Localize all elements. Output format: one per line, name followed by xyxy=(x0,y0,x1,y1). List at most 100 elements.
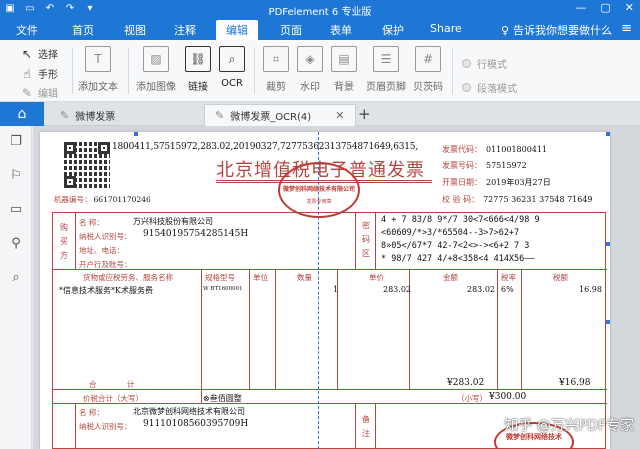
thumbnails-icon[interactable]: ❐ xyxy=(8,134,24,150)
edit-tool-button[interactable]: ✎ 编辑 xyxy=(20,85,58,101)
invoice-number-row: 发票号码： 57515972 xyxy=(442,161,527,170)
cipher-line: 4 + 7 83/8 9*/7 30<7<666<4/98 9 xyxy=(381,215,540,225)
home-tab[interactable]: ⌂ xyxy=(0,102,44,126)
attachment-icon[interactable]: ⚲ xyxy=(8,236,24,252)
pdf-file-icon: ✎ xyxy=(60,108,70,122)
col-goods-header: 货物或应税劳务、服务名称 xyxy=(83,273,173,282)
goods-name: *信息技术服务*K术服务费 xyxy=(59,286,153,295)
cursor-icon: ↖ xyxy=(21,46,33,61)
menu-view[interactable]: 视图 xyxy=(124,22,146,38)
ocr-icon: ⌕ xyxy=(219,46,245,72)
invoice-page[interactable]: 1800411,57515972,283.02,20190327,7277536… xyxy=(40,132,610,449)
hamburger-menu-icon[interactable]: ≡ xyxy=(621,21,632,36)
seller-name: 北京微梦创科网络技术有限公司 xyxy=(133,407,245,416)
buyer-address-label: 地址、电话： xyxy=(79,246,124,255)
total-amount: ¥283.02 xyxy=(447,378,485,388)
ribbon-divider xyxy=(128,48,129,94)
seller-taxid-label: 纳税人识别号： xyxy=(79,422,132,431)
seal-text: 微梦创科网络技术有限公司 xyxy=(282,186,355,193)
maximize-icon[interactable]: ▢ xyxy=(600,1,610,14)
line-mode-option[interactable]: 行模式 xyxy=(462,56,507,71)
menu-protect[interactable]: 保护 xyxy=(382,22,404,38)
goods-price: 283.02 xyxy=(383,285,411,294)
bates-label: 贝茨码 xyxy=(413,82,443,93)
edit-ribbon: ↖ 选择 ☝ 手形 ✎ 编辑 T 添加文本 ▨ 添加图像 ⛓ 链接 ⌕ OCR … xyxy=(0,40,640,102)
cipher-line: * 98/7 427 4/+8<358<4 414X56—— xyxy=(381,254,535,264)
ocr-label: OCR xyxy=(221,78,243,89)
buyer-side-label: 购买方 xyxy=(60,223,68,260)
selection-handle[interactable] xyxy=(606,320,610,324)
tab-label: 微博发票 xyxy=(75,111,116,123)
radio-icon xyxy=(462,83,471,92)
radio-icon xyxy=(462,59,471,68)
edit-icon: ✎ xyxy=(21,85,33,100)
home-icon: ⌂ xyxy=(17,106,27,122)
close-icon[interactable]: ✕ xyxy=(625,1,634,14)
left-sidebar: ❐ ⚐ ▭ ⚲ ⌕ xyxy=(0,126,32,449)
paragraph-mode-label: 段落模式 xyxy=(477,84,517,95)
bates-button[interactable]: # 贝茨码 xyxy=(404,46,452,93)
header-footer-button[interactable]: ☰ 页眉页脚 xyxy=(362,46,410,93)
tab-weibo-invoice-ocr[interactable]: ✎ 微博发票_OCR(4) ✕ xyxy=(204,104,356,126)
invoice-table: 购买方 名 称： 万兴科技股份有限公司 纳税人识别号： 915401957542… xyxy=(52,212,607,449)
seller-taxid: 91110108560395709H xyxy=(143,419,249,429)
invoice-code-row: 发票代码： 011001800411 xyxy=(442,145,548,154)
menu-share[interactable]: Share xyxy=(430,22,462,35)
help-search[interactable]: ♀ 告诉我你想要做什么 xyxy=(501,22,612,38)
tab-weibo-invoice[interactable]: ✎ 微博发票 xyxy=(50,104,202,126)
cipher-line: 8»05</67*7 42-7<2<>-><6+2 7 3 xyxy=(381,241,530,251)
search-icon[interactable]: ⌕ xyxy=(8,270,24,286)
add-image-button[interactable]: ▨ 添加图像 xyxy=(132,46,180,93)
select-tool-button[interactable]: ↖ 选择 xyxy=(20,46,58,62)
col-spec-header: 规格型号 xyxy=(205,273,235,282)
small-amount-value: ¥300.00 xyxy=(489,392,527,402)
menu-edit[interactable]: 编辑 xyxy=(216,20,258,40)
buyer-name: 万兴科技股份有限公司 xyxy=(133,217,213,226)
add-tab-icon[interactable]: + xyxy=(358,105,371,123)
col-unit-header: 单位 xyxy=(253,273,268,282)
menu-file[interactable]: 文件 xyxy=(16,22,38,38)
link-label: 链接 xyxy=(188,82,208,93)
help-text: 告诉我你想要做什么 xyxy=(513,24,612,37)
menu-home[interactable]: 首页 xyxy=(72,22,94,38)
background-icon: ▤ xyxy=(331,46,357,72)
ocr-column-guide xyxy=(318,132,319,449)
col-amount-header: 金额 xyxy=(443,273,458,282)
cipher-side-label: 密码区 xyxy=(362,221,370,258)
hand-label: 手形 xyxy=(38,70,58,81)
minimize-icon[interactable]: — xyxy=(575,1,586,14)
close-tab-icon[interactable]: ✕ xyxy=(335,109,344,122)
comment-icon[interactable]: ▭ xyxy=(8,202,24,218)
text-box-icon: T xyxy=(85,46,111,72)
hand-tool-button[interactable]: ☝ 手形 xyxy=(20,66,58,82)
selection-handle[interactable] xyxy=(606,242,610,246)
background-button[interactable]: ▤ 背景 xyxy=(320,46,368,93)
ocr-button[interactable]: ⌕ OCR xyxy=(208,46,256,89)
goods-rate: 6% xyxy=(501,285,514,294)
seller-name-label: 名 称： xyxy=(79,408,104,417)
document-canvas[interactable]: 1800411,57515972,283.02,20190327,7277536… xyxy=(33,126,640,449)
add-text-button[interactable]: T 添加文本 xyxy=(74,46,122,93)
ribbon-divider xyxy=(72,48,73,94)
menu-page[interactable]: 页面 xyxy=(280,22,302,38)
buyer-taxid-label: 纳税人识别号： xyxy=(79,232,132,241)
menu-form[interactable]: 表单 xyxy=(330,22,352,38)
check-code-row: 校 验 码： 72775 36231 37548 71649 xyxy=(442,195,593,204)
edit-label: 编辑 xyxy=(38,89,58,100)
hand-icon: ☝ xyxy=(23,66,31,81)
seal-subtext: 发票专用章 xyxy=(306,199,332,205)
window-title: PDFelement 6 专业版 xyxy=(268,7,372,18)
remark-side-label: 备注 xyxy=(362,415,370,438)
menu-comment[interactable]: 注释 xyxy=(174,22,196,38)
title-bar: ▣ ▭ ↶ ↷ ▾ PDFelement 6 专业版 — ▢ ✕ xyxy=(0,0,640,18)
line-mode-label: 行模式 xyxy=(477,60,507,71)
selection-handle[interactable] xyxy=(134,132,138,136)
background-label: 背景 xyxy=(334,82,354,93)
issue-date-row: 开票日期： 2019年03月27日 xyxy=(442,178,551,187)
buyer-name-label: 名 称： xyxy=(79,218,104,227)
selection-handle[interactable] xyxy=(606,132,610,136)
image-icon: ▨ xyxy=(143,46,169,72)
paragraph-mode-option[interactable]: 段落模式 xyxy=(462,80,517,95)
bookmark-icon[interactable]: ⚐ xyxy=(8,168,24,184)
select-label: 选择 xyxy=(38,50,58,61)
